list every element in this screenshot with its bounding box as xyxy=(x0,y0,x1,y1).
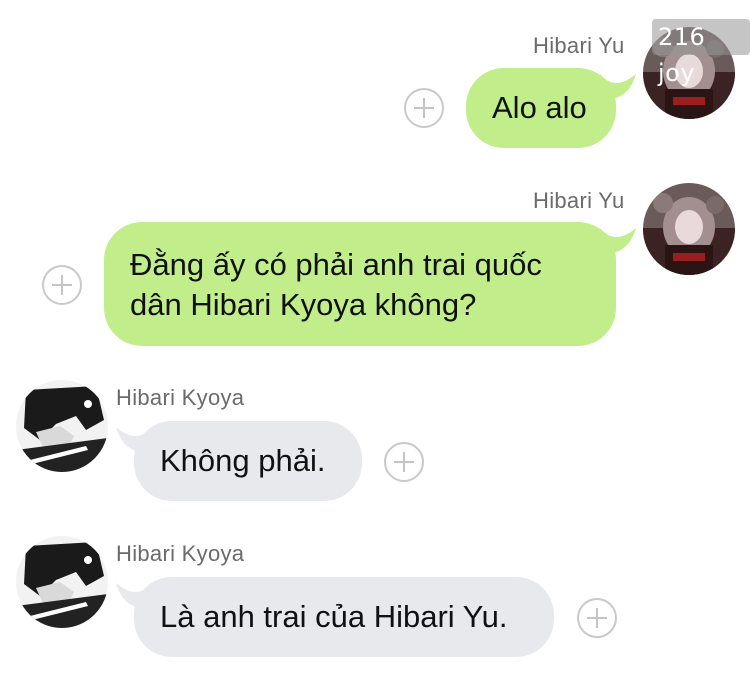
message-bubble[interactable]: Đằng ấy có phải anh trai quốc dân Hibari… xyxy=(104,222,616,346)
sender-name: Hibari Kyoya xyxy=(116,541,245,566)
bubble-tail xyxy=(116,427,152,453)
avatar[interactable] xyxy=(643,183,735,275)
add-reaction-button[interactable] xyxy=(384,442,424,482)
sender-name: Hibari Yu xyxy=(533,188,625,213)
add-reaction-button[interactable] xyxy=(577,598,617,638)
message-text-line-2: dân Hibari Kyoya không? xyxy=(130,287,477,322)
add-reaction-button[interactable] xyxy=(404,88,444,128)
bubble-tail xyxy=(600,74,636,100)
message-bubble[interactable]: Alo alo xyxy=(466,68,616,148)
watermark-badge: 216 joy xyxy=(652,19,750,87)
message-text: Alo alo xyxy=(492,90,587,125)
message-text-line-1: Đằng ấy có phải anh trai quốc xyxy=(130,247,542,282)
message-text: Là anh trai của Hibari Yu. xyxy=(160,599,508,634)
avatar[interactable] xyxy=(16,536,108,628)
sender-name: Hibari Kyoya xyxy=(116,385,245,410)
avatar[interactable] xyxy=(16,380,108,472)
bubble-tail xyxy=(116,583,152,609)
bubble-tail xyxy=(600,228,636,254)
sender-name: Hibari Yu xyxy=(533,33,625,58)
message-bubble[interactable]: Là anh trai của Hibari Yu. xyxy=(134,577,554,657)
message-bubble[interactable]: Không phải. xyxy=(134,421,362,501)
message-text: Không phải. xyxy=(160,443,326,478)
add-reaction-button[interactable] xyxy=(42,265,82,305)
